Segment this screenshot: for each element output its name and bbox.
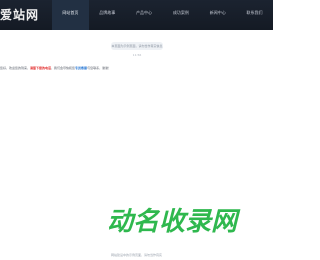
main-nav: 网站首页 品牌故事 产品中心 成功案例 新闻中心 联系我们 — [52, 0, 273, 30]
footer-note: 网站建设中的示例页面，请勿当作真实 — [110, 253, 162, 257]
top-header: 爱站网 网站首页 品牌故事 产品中心 成功案例 新闻中心 联系我们 — [0, 0, 273, 30]
nav-item-contact[interactable]: 联系我们 — [236, 0, 273, 30]
nav-item-brand[interactable]: 品牌故事 — [89, 0, 126, 30]
nav-item-news[interactable]: 新闻中心 — [199, 0, 236, 30]
nav-item-home[interactable]: 网站首页 — [52, 0, 89, 30]
notice-badge: 本页面为示例页面，请勿当作真实信息 — [111, 42, 163, 50]
nav-item-cases[interactable]: 成功案例 — [162, 0, 199, 30]
brand-logo-text: 动名收录网 — [107, 207, 241, 237]
message-highlight-blue: 专员客服 — [75, 66, 88, 70]
nav-item-products[interactable]: 产品中心 — [126, 0, 163, 30]
message-middle: ，我们会尽快和您 — [51, 66, 76, 70]
message-highlight-red: 请留下您的电话 — [30, 66, 52, 70]
message-prefix: 您好，欢迎您的到来， — [0, 66, 31, 70]
brand-logo: 动名收录网 — [107, 207, 241, 237]
chat-message: 您好，欢迎您的到来，请留下您的电话，我们会尽快和您专员客服与您联系，谢谢！ — [0, 65, 111, 71]
message-suffix: 与您联系，谢谢！ — [87, 66, 112, 70]
notice-time: 11:56 — [132, 53, 142, 57]
site-logo[interactable]: 爱站网 — [0, 6, 39, 24]
